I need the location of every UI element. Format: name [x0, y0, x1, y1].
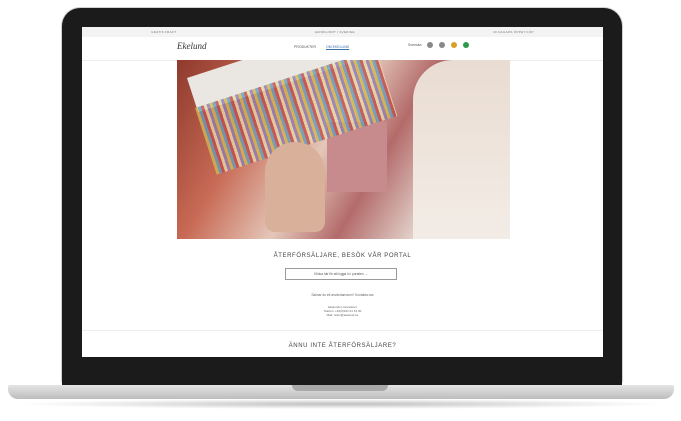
flag-icon[interactable] — [451, 42, 458, 48]
hero-person — [413, 60, 510, 239]
top-info-bar: Gratis frakt Handgjort i Sverige 30 daga… — [82, 27, 603, 37]
section-heading: ÄNNU INTE ÅTERFÖRSÄLJARE? — [288, 343, 397, 349]
topbar-item: 30 dagars öppet köp — [493, 30, 534, 34]
section-divider — [82, 330, 603, 331]
page-heading: ÅTERFÖRSÄLJARE, BESÖK VÅR PORTAL — [273, 253, 412, 259]
contact-line[interactable]: Mail: order@ekelund.se — [82, 313, 603, 317]
laptop-bezel-bottom — [62, 357, 622, 386]
search-icon[interactable] — [427, 42, 434, 48]
language-selector[interactable]: Svenska — [408, 43, 421, 47]
laptop-notch — [292, 385, 388, 391]
topbar-item: Gratis frakt — [151, 30, 177, 34]
nav-item-products[interactable]: Produkter — [294, 45, 316, 49]
portal-login-label: Klicka här för att logga in i portalen → — [314, 272, 368, 276]
laptop-shadow — [14, 399, 668, 409]
header-actions: Svenska — [408, 42, 470, 48]
topbar-item: Handgjort i Sverige — [314, 30, 355, 34]
laptop-screen: Gratis frakt Handgjort i Sverige 30 daga… — [82, 27, 603, 357]
account-note[interactable]: Saknar du ett användarnamn? Kontakta oss — [82, 293, 603, 297]
site-logo[interactable]: Ekelund — [177, 41, 207, 51]
main-nav: Produkter Om Ekelund — [294, 45, 349, 49]
user-icon[interactable] — [439, 42, 446, 48]
portal-login-button[interactable]: Klicka här för att logga in i portalen → — [285, 268, 397, 280]
cart-icon[interactable] — [463, 42, 470, 48]
hero-hand — [265, 142, 325, 232]
nav-item-about[interactable]: Om Ekelund — [326, 45, 349, 49]
contact-info: Ekelunds Linneväveri Telefon: +46(0)321 … — [82, 305, 603, 318]
hero-image — [177, 60, 510, 239]
